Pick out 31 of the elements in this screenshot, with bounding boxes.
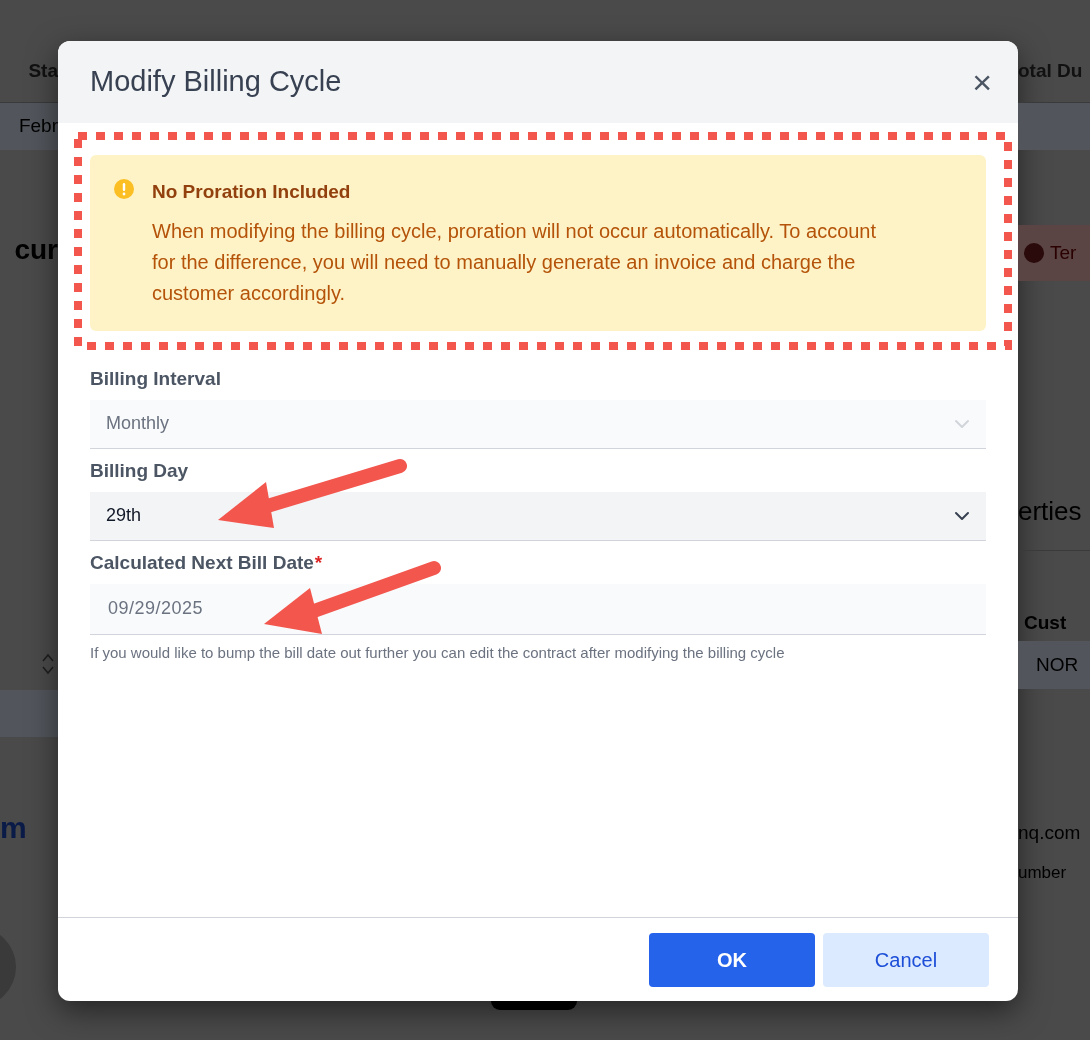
select-field[interactable]: 29th <box>90 491 986 541</box>
status-badge: Ter <box>1018 225 1090 281</box>
select-field: Monthly <box>90 399 986 449</box>
chevron-down-icon <box>954 510 970 521</box>
dialog-title: Modify Billing Cycle <box>90 64 342 100</box>
cancel-button[interactable]: Cancel <box>823 932 989 987</box>
table-row <box>1018 103 1090 150</box>
field-label: Calculated Next Bill Date <box>90 551 315 575</box>
date-field: 09/29/2025 <box>90 583 986 635</box>
alert-title: No Proration Included <box>152 180 352 204</box>
field-label: Billing Interval <box>90 367 221 391</box>
field-label: Billing Day <box>90 459 189 483</box>
chevron-down-icon <box>954 418 970 429</box>
section-heading: erties <box>1018 495 1082 528</box>
sort-icon <box>41 652 55 676</box>
table-cell-text: NOR <box>1035 652 1079 677</box>
column-header: otal Du <box>1018 59 1083 84</box>
alert-message: When modifying the billing cycle, proration will not occur automatically. To account for the difference, you will need to manually generate an invoice and charge the customer accordingly. <box>152 218 878 306</box>
required-mark: * <box>314 551 323 575</box>
alert-icon <box>1024 243 1044 263</box>
table-cell-text: Febr <box>18 114 58 139</box>
section-heading: cur <box>14 233 58 267</box>
table-row <box>0 690 58 737</box>
exclamation-icon <box>114 179 134 199</box>
ok-button[interactable]: OK <box>649 932 815 987</box>
helper-text: If you would like to bump the bill date out further you can edit the contract after modifying the billing cycle <box>90 642 786 663</box>
column-header: Cust <box>1023 610 1067 635</box>
field-label: umber <box>1018 862 1067 885</box>
email-text: nq.com <box>1018 820 1081 845</box>
close-button[interactable]: × <box>972 65 992 99</box>
column-header: Sta <box>28 59 58 84</box>
